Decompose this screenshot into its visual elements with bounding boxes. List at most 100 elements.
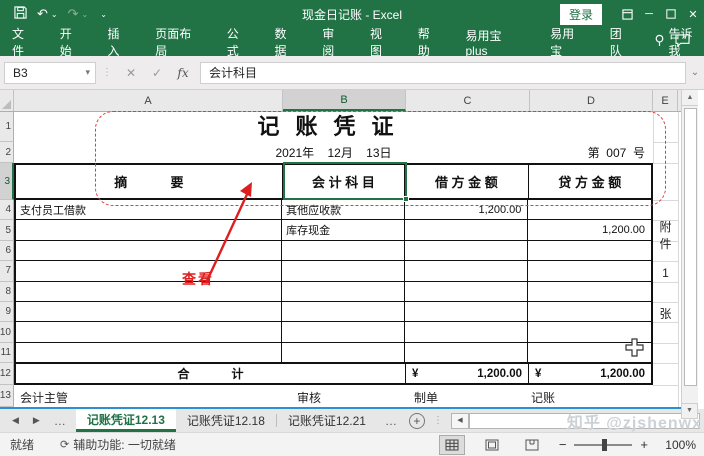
sheet-tab-1221[interactable]: 记账凭证12.21 <box>277 409 377 432</box>
credit-cell[interactable] <box>528 282 651 301</box>
summary-cell[interactable] <box>16 343 282 362</box>
tab-review[interactable]: 审阅 <box>310 28 358 56</box>
summary-cell[interactable] <box>16 241 282 260</box>
close-button[interactable]: ✕ <box>682 0 704 28</box>
signature-preparer[interactable]: 制单 <box>414 389 438 406</box>
row-header-4[interactable]: 4 <box>0 200 14 220</box>
row-header-13[interactable]: 13 <box>0 385 14 407</box>
row-header-7[interactable]: 7 <box>0 261 14 281</box>
account-cell[interactable] <box>282 322 405 341</box>
column-header-d[interactable]: D <box>530 90 653 111</box>
signature-bookkeeper[interactable]: 记账 <box>531 389 555 406</box>
zoom-level[interactable]: 100% <box>662 438 696 452</box>
page-break-preview-button[interactable] <box>519 435 545 455</box>
column-header-c[interactable]: C <box>406 90 530 111</box>
summary-cell[interactable] <box>16 302 282 321</box>
name-box[interactable]: B3 ▾ <box>4 62 96 84</box>
row-header-1[interactable]: 1 <box>0 112 14 142</box>
attachment-label-char[interactable]: 1 <box>653 266 678 280</box>
account-cell[interactable] <box>282 282 405 301</box>
total-debit-cell[interactable]: ¥ 1,200.00 <box>406 364 529 383</box>
row-header-10[interactable]: 10 <box>0 322 14 342</box>
sheet-overflow-left-icon[interactable]: … <box>54 414 66 428</box>
zoom-out-icon[interactable]: − <box>559 437 567 452</box>
tab-page-layout[interactable]: 页面布局 <box>143 28 214 56</box>
account-cell[interactable] <box>282 343 405 362</box>
tab-data[interactable]: 数据 <box>262 28 310 56</box>
maximize-button[interactable] <box>660 0 682 28</box>
summary-cell[interactable] <box>16 220 282 239</box>
ribbon-display-options-icon[interactable] <box>616 0 638 28</box>
vertical-scrollbar[interactable]: ▲ <box>681 90 698 409</box>
zoom-slider[interactable] <box>574 444 632 446</box>
sheet-overflow-right-icon[interactable]: … <box>377 409 405 432</box>
row-header-11[interactable]: 11 <box>0 343 14 363</box>
summary-cell[interactable] <box>16 261 282 280</box>
tab-formulas[interactable]: 公式 <box>215 28 263 56</box>
row-header-3[interactable]: 3 <box>0 163 14 200</box>
account-cell[interactable] <box>282 261 405 280</box>
row-header-8[interactable]: 8 <box>0 282 14 302</box>
debit-cell[interactable] <box>405 241 529 260</box>
select-all-corner[interactable] <box>0 90 14 111</box>
formula-input[interactable]: 会计科目 <box>200 62 686 84</box>
credit-cell[interactable] <box>528 241 651 260</box>
comments-icon[interactable] <box>675 34 690 50</box>
debit-cell[interactable] <box>405 282 529 301</box>
signature-reviewer[interactable]: 审核 <box>297 389 321 406</box>
tab-insert[interactable]: 插入 <box>96 28 144 56</box>
zoom-slider-thumb[interactable] <box>602 439 607 451</box>
debit-cell[interactable] <box>405 302 529 321</box>
tab-team[interactable]: 团队 <box>598 28 646 56</box>
tab-yiyongbao-plus[interactable]: 易用宝 plus <box>453 28 538 56</box>
fill-handle[interactable] <box>403 196 409 202</box>
tab-view[interactable]: 视图 <box>358 28 406 56</box>
zoom-in-icon[interactable]: + <box>640 437 648 452</box>
vertical-scrollbar-thumb[interactable] <box>684 108 697 386</box>
minimize-button[interactable]: ─ <box>638 0 660 28</box>
debit-cell[interactable] <box>405 343 529 362</box>
undo-dropdown-icon[interactable]: ⌄ <box>51 10 58 19</box>
scroll-down-icon[interactable]: ▼ <box>681 403 698 419</box>
add-sheet-icon[interactable]: + <box>409 413 425 429</box>
column-header-a[interactable]: A <box>14 90 283 111</box>
normal-view-button[interactable] <box>439 435 465 455</box>
sheet-tab-1213[interactable]: 记账凭证12.13 <box>76 409 176 432</box>
page-layout-view-button[interactable] <box>479 435 505 455</box>
row-header-9[interactable]: 9 <box>0 302 14 322</box>
accessibility-status[interactable]: ⟳ 辅助功能: 一切就绪 <box>34 436 176 453</box>
summary-cell[interactable] <box>16 322 282 341</box>
credit-cell[interactable]: 1,200.00 <box>528 220 651 239</box>
summary-cell[interactable] <box>16 282 282 301</box>
row-header-5[interactable]: 5 <box>0 220 14 240</box>
customize-qat-icon[interactable]: ⌄ <box>100 10 107 19</box>
credit-cell[interactable] <box>528 261 651 280</box>
account-cell[interactable] <box>282 302 405 321</box>
account-cell[interactable] <box>282 241 405 260</box>
total-label-cell[interactable]: 合计 <box>16 364 406 383</box>
tab-help[interactable]: 帮助 <box>406 28 454 56</box>
account-cell[interactable]: 库存现金 <box>282 220 405 239</box>
row-header-12[interactable]: 12 <box>0 363 14 385</box>
sheet-next-icon[interactable]: ▶ <box>33 415 40 426</box>
tab-yiyongbao[interactable]: 易用宝 <box>538 28 598 56</box>
row-header-6[interactable]: 6 <box>0 241 14 261</box>
total-credit-cell[interactable]: ¥ 1,200.00 <box>529 364 651 383</box>
name-box-dropdown-icon[interactable]: ▾ <box>85 67 95 78</box>
active-cell-selection[interactable] <box>283 162 407 200</box>
attachment-label-char[interactable]: 件 <box>653 235 678 252</box>
attachment-label-char[interactable]: 张 <box>653 305 678 322</box>
formula-bar-expand-icon[interactable]: ⌄ <box>686 67 704 78</box>
debit-cell[interactable] <box>405 261 529 280</box>
sheet-prev-icon[interactable]: ◀ <box>12 415 19 426</box>
tab-home[interactable]: 开始 <box>48 28 96 56</box>
scroll-left-icon[interactable]: ◀ <box>451 413 469 429</box>
credit-cell[interactable] <box>528 302 651 321</box>
row-header-2[interactable]: 2 <box>0 142 14 163</box>
insert-function-icon[interactable]: fx <box>170 66 196 80</box>
attachment-label-char[interactable]: 附 <box>653 218 678 235</box>
save-icon[interactable] <box>14 6 27 22</box>
undo-icon[interactable]: ↶ <box>37 6 48 22</box>
scroll-up-icon[interactable]: ▲ <box>682 90 698 106</box>
tab-file[interactable]: 文件 <box>0 28 48 56</box>
